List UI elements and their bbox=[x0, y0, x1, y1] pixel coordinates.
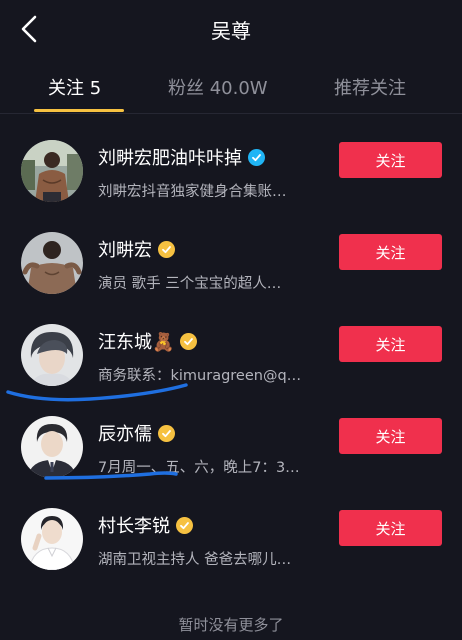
tab-following[interactable]: 关注 5 bbox=[48, 74, 101, 100]
user-row[interactable]: 汪东城🧸 商务联系：kimuragreen@q… 关注 bbox=[0, 324, 462, 416]
tab-fans[interactable]: 粉丝 40.0W bbox=[168, 74, 268, 100]
user-name[interactable]: 辰亦儒 bbox=[98, 420, 152, 446]
follow-button[interactable]: 关注 bbox=[339, 510, 442, 546]
user-row[interactable]: 村长李锐 湖南卫视主持人 爸爸去哪儿… 关注 bbox=[0, 508, 462, 600]
tab-bar: 关注 5 粉丝 40.0W 推荐关注 bbox=[0, 62, 462, 114]
user-description: 7月周一、五、六，晚上7：3… bbox=[98, 460, 300, 476]
user-row[interactable]: 刘畊宏 演员 歌手 三个宝宝的超人… 关注 bbox=[0, 232, 462, 324]
user-row[interactable]: 辰亦儒 7月周一、五、六，晚上7：3… 关注 bbox=[0, 416, 462, 508]
user-name[interactable]: 刘畊宏 bbox=[98, 236, 152, 262]
user-name[interactable]: 刘畊宏肥油咔咔掉 bbox=[98, 144, 242, 170]
active-tab-indicator bbox=[34, 109, 124, 112]
user-name[interactable]: 汪东城🧸 bbox=[98, 328, 174, 354]
gold-verified-icon bbox=[158, 424, 175, 442]
name-line: 村长李锐 bbox=[98, 512, 193, 538]
follow-button[interactable]: 关注 bbox=[339, 142, 442, 178]
following-list-screen: 吴尊 关注 5 粉丝 40.0W 推荐关注 刘畊宏肥油咔咔掉 刘畊宏抖音独家健身… bbox=[0, 0, 462, 640]
page-title: 吴尊 bbox=[211, 19, 251, 43]
user-description: 演员 歌手 三个宝宝的超人… bbox=[98, 276, 282, 292]
gold-verified-icon bbox=[180, 332, 198, 350]
name-line: 刘畊宏肥油咔咔掉 bbox=[98, 144, 265, 170]
gold-verified-icon bbox=[158, 240, 175, 258]
divider bbox=[0, 113, 462, 114]
avatar[interactable] bbox=[21, 508, 83, 570]
user-name[interactable]: 村长李锐 bbox=[98, 512, 170, 538]
header: 吴尊 bbox=[0, 0, 462, 60]
avatar[interactable] bbox=[21, 324, 83, 386]
avatar[interactable] bbox=[21, 140, 83, 202]
name-line: 辰亦儒 bbox=[98, 420, 175, 446]
user-row[interactable]: 刘畊宏肥油咔咔掉 刘畊宏抖音独家健身合集账… 关注 bbox=[0, 140, 462, 232]
no-more-text: 暂时没有更多了 bbox=[178, 616, 284, 634]
tab-recommended[interactable]: 推荐关注 bbox=[334, 74, 406, 100]
follow-button[interactable]: 关注 bbox=[339, 418, 442, 454]
name-line: 刘畊宏 bbox=[98, 236, 175, 262]
follow-button[interactable]: 关注 bbox=[339, 234, 442, 270]
name-line: 汪东城🧸 bbox=[98, 328, 198, 354]
user-description: 湖南卫视主持人 爸爸去哪儿… bbox=[98, 552, 292, 568]
user-description: 刘畊宏抖音独家健身合集账… bbox=[98, 184, 287, 200]
avatar[interactable] bbox=[21, 416, 83, 478]
avatar[interactable] bbox=[21, 232, 83, 294]
gold-verified-icon bbox=[176, 516, 193, 534]
blue-verified-icon bbox=[248, 148, 265, 166]
follow-button[interactable]: 关注 bbox=[339, 326, 442, 362]
user-description: 商务联系：kimuragreen@q… bbox=[98, 368, 302, 384]
